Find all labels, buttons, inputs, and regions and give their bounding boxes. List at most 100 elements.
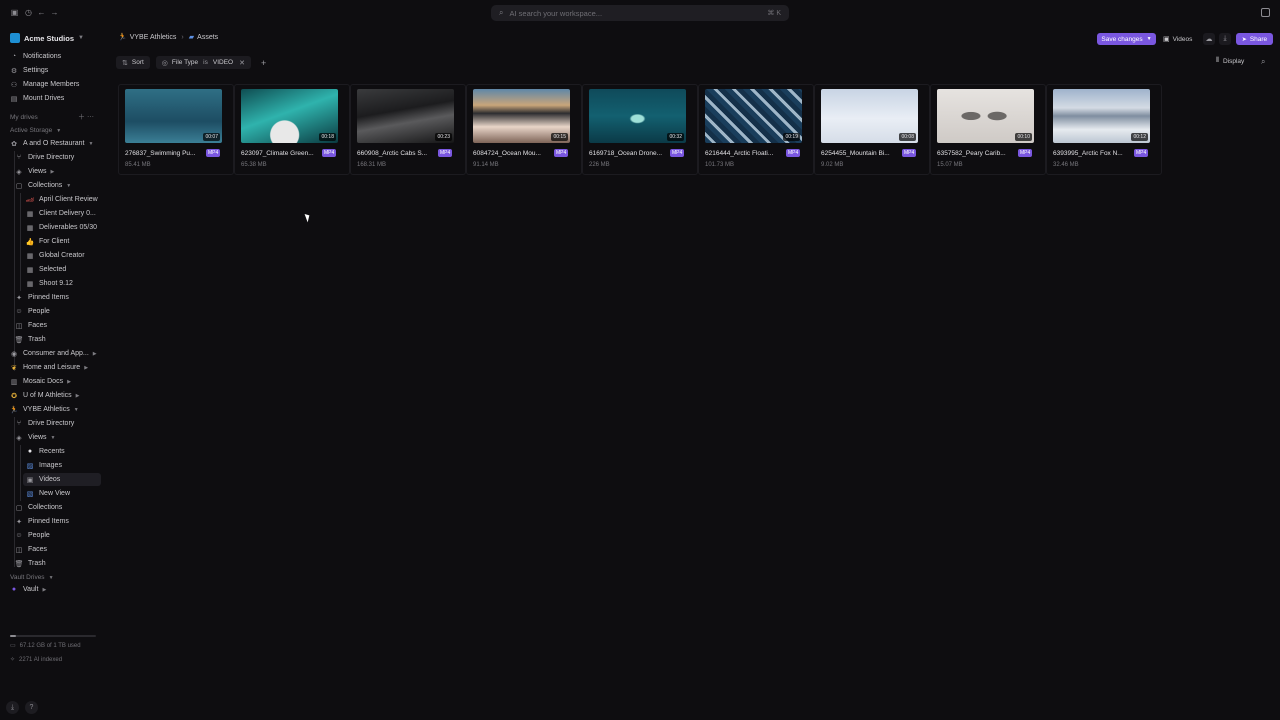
view-new-view[interactable]: ▧ New View [26, 487, 70, 500]
asset-size: 168.31 MB [357, 162, 387, 168]
video-thumbnail: 00:15 [473, 89, 570, 143]
active-storage-toggle[interactable]: Active Storage ▼ [10, 127, 61, 134]
asset-grid: 00:07 276837_Swimming Pu... MP4 85.41 MB… [118, 84, 1162, 175]
sidebar-item-pinned-items[interactable]: ✦ Pinned Items [15, 291, 69, 304]
duration-badge: 00:15 [551, 133, 568, 141]
right-panel-toggle-icon[interactable] [1261, 8, 1270, 17]
view-selector[interactable]: ▣ Videos [1163, 33, 1192, 45]
sidebar-item-drive-directory[interactable]: ⑂ Drive Directory [15, 151, 74, 164]
gear-icon: ⚙ [10, 67, 18, 75]
view-images[interactable]: ▨ Images [26, 459, 62, 472]
collection-deliverables[interactable]: ▦ Deliverables 05/30 [26, 221, 97, 234]
image-icon: ▨ [26, 462, 34, 470]
my-drives-actions[interactable]: ＋ ⋯ [78, 112, 94, 122]
back-arrow-icon[interactable]: ← [37, 8, 46, 17]
download-app-icon[interactable]: ⤓ [6, 701, 19, 714]
sidebar-item-people[interactable]: ☺ People [15, 305, 49, 318]
sidebar-item-people-vybe[interactable]: ☺ People [15, 529, 49, 542]
video-thumbnail: 00:32 [589, 89, 686, 143]
view-recents[interactable]: ● Recents [26, 445, 65, 458]
collection-april-client-review[interactable]: 🏎 April Client Review [26, 193, 98, 206]
cloud-icon[interactable]: ☁ [1203, 33, 1215, 45]
help-icon[interactable]: ? [25, 701, 38, 714]
medal-icon: ✪ [11, 392, 17, 400]
sidebar-item-notifications[interactable]: ◔ Notifications [10, 50, 61, 63]
sort-button[interactable]: ⇅ Sort [116, 56, 150, 69]
asset-card[interactable]: 00:15 6084724_Ocean Mou... MP4 91.14 MB [466, 84, 582, 175]
workspace-switcher[interactable]: Acme Studios ▼ [10, 33, 84, 43]
drive-mosaic-docs[interactable]: ▥ Mosaic Docs ▶ [10, 375, 71, 388]
my-drives-label: My drives [10, 114, 38, 121]
asset-card[interactable]: 00:07 276837_Swimming Pu... MP4 85.41 MB [118, 84, 234, 175]
globe-icon: ◉ [10, 350, 18, 358]
sidebar-item-pinned-items-vybe[interactable]: ✦ Pinned Items [15, 515, 69, 528]
history-icon[interactable]: ◷ [24, 8, 33, 17]
pin-icon: ✦ [16, 518, 22, 526]
share-button[interactable]: ➤ Share [1236, 33, 1273, 45]
duration-badge: 00:19 [783, 133, 800, 141]
asset-name: 623097_Climate Green... [241, 150, 314, 157]
send-icon: ➤ [1241, 36, 1247, 43]
sidebar-item-collections-vybe[interactable]: ▢ Collections [15, 501, 63, 514]
forward-arrow-icon[interactable]: → [50, 8, 59, 17]
sidebar-item-collections[interactable]: ▢ Collections ▼ [15, 179, 72, 192]
sidebar-item-trash-vybe[interactable]: 🗑 Trash [15, 557, 46, 570]
file-type-badge: MP4 [1018, 149, 1033, 157]
filter-icon: ◎ [161, 59, 168, 67]
sidebar-toggle-icon[interactable]: ▣ [10, 8, 19, 17]
sidebar-item-views-vybe[interactable]: ◈ Views ▼ [15, 431, 55, 444]
asset-card[interactable]: 00:12 6393995_Arctic Fox N... MP4 32.46 … [1046, 84, 1162, 175]
drive-consumer-and-app[interactable]: ◉ Consumer and App... ▶ [10, 347, 97, 360]
display-button[interactable]: ⫴ Display [1216, 57, 1244, 65]
breadcrumb-drive[interactable]: VYBE Athletics [130, 34, 177, 41]
chevron-right-icon: › [181, 33, 184, 41]
collection-client-delivery[interactable]: ▦ Client Delivery 0... [26, 207, 96, 220]
sidebar-item-drive-directory-vybe[interactable]: ⑂ Drive Directory [15, 417, 74, 430]
sidebar-item-settings[interactable]: ⚙ Settings [10, 64, 48, 77]
filter-chip-file-type[interactable]: ◎ File Type is VIDEO ✕ [155, 56, 251, 69]
sidebar-item-trash[interactable]: 🗑 Trash [15, 333, 46, 346]
sidebar-item-views[interactable]: ◈ Views ▶ [15, 165, 54, 178]
drive-u-of-m-athletics[interactable]: ✪ U of M Athletics ▶ [10, 389, 79, 402]
collection-icon: ▢ [15, 504, 23, 512]
sidebar-item-mount-drives[interactable]: ▤ Mount Drives [10, 92, 65, 105]
person-icon: ☺ [15, 532, 23, 539]
asset-size: 32.46 MB [1053, 162, 1079, 168]
trash-icon: 🗑 [14, 336, 24, 344]
drive-home-and-leisure[interactable]: ❦ Home and Leisure ▶ [10, 361, 88, 374]
breadcrumb-folder[interactable]: Assets [197, 34, 218, 41]
asset-size: 65.38 MB [241, 162, 267, 168]
asset-card[interactable]: 00:23 660908_Arctic Cabs S... MP4 168.31… [350, 84, 466, 175]
video-thumbnail: 00:18 [241, 89, 338, 143]
save-changes-button[interactable]: Save changes ▼ [1097, 33, 1156, 45]
download-icon[interactable]: ⤓ [1219, 33, 1231, 45]
sidebar-item-manage-members[interactable]: ⚇ Manage Members [10, 78, 80, 91]
asset-card[interactable]: 00:10 6357582_Peary Carib... MP4 15.07 M… [930, 84, 1046, 175]
collection-for-client[interactable]: 👍 For Client [26, 235, 70, 248]
add-filter-icon[interactable]: + [261, 58, 266, 68]
asset-card[interactable]: 00:19 6216444_Arctic Floati... MP4 101.7… [698, 84, 814, 175]
asset-card[interactable]: 00:08 6254455_Mountain Bi... MP4 9.02 MB [814, 84, 930, 175]
view-videos[interactable]: ▣ Videos [23, 473, 101, 486]
drive-a-and-o-restaurant[interactable]: ✿ A and O Restaurant ▼ [10, 137, 93, 150]
grid-icon: ▦ [26, 252, 34, 260]
asset-card[interactable]: 00:18 623097_Climate Green... MP4 65.38 … [234, 84, 350, 175]
drive-vybe-athletics[interactable]: 🏃 VYBE Athletics ▼ [10, 403, 79, 416]
ai-search-bar[interactable]: ⌕ AI search your workspace... ⌘ K [491, 5, 789, 21]
search-icon[interactable]: ⌕ [1261, 57, 1265, 67]
folder-icon: ▰ [188, 34, 195, 41]
close-icon[interactable]: ✕ [239, 59, 245, 67]
collection-global-creator[interactable]: ▦ Global Creator [26, 249, 85, 262]
vault-drives-toggle[interactable]: Vault Drives ▼ [10, 574, 54, 581]
folder-tree-icon: ⑂ [16, 420, 22, 427]
leaf-icon: ❦ [11, 364, 17, 372]
search-shortcut: ⌘ K [767, 10, 781, 17]
asset-name: 6084724_Ocean Mou... [473, 150, 541, 157]
collection-selected[interactable]: ▦ Selected [26, 263, 67, 276]
asset-card[interactable]: 00:32 6169718_Ocean Drone... MP4 226 MB [582, 84, 698, 175]
sidebar-item-faces-vybe[interactable]: ◫ Faces [15, 543, 47, 556]
sidebar-item-faces[interactable]: ◫ Faces [15, 319, 47, 332]
drive-vault[interactable]: ● Vault ▶ [10, 583, 46, 596]
collection-shoot[interactable]: ▦ Shoot 9.12 [26, 277, 73, 290]
duration-badge: 00:18 [319, 133, 336, 141]
